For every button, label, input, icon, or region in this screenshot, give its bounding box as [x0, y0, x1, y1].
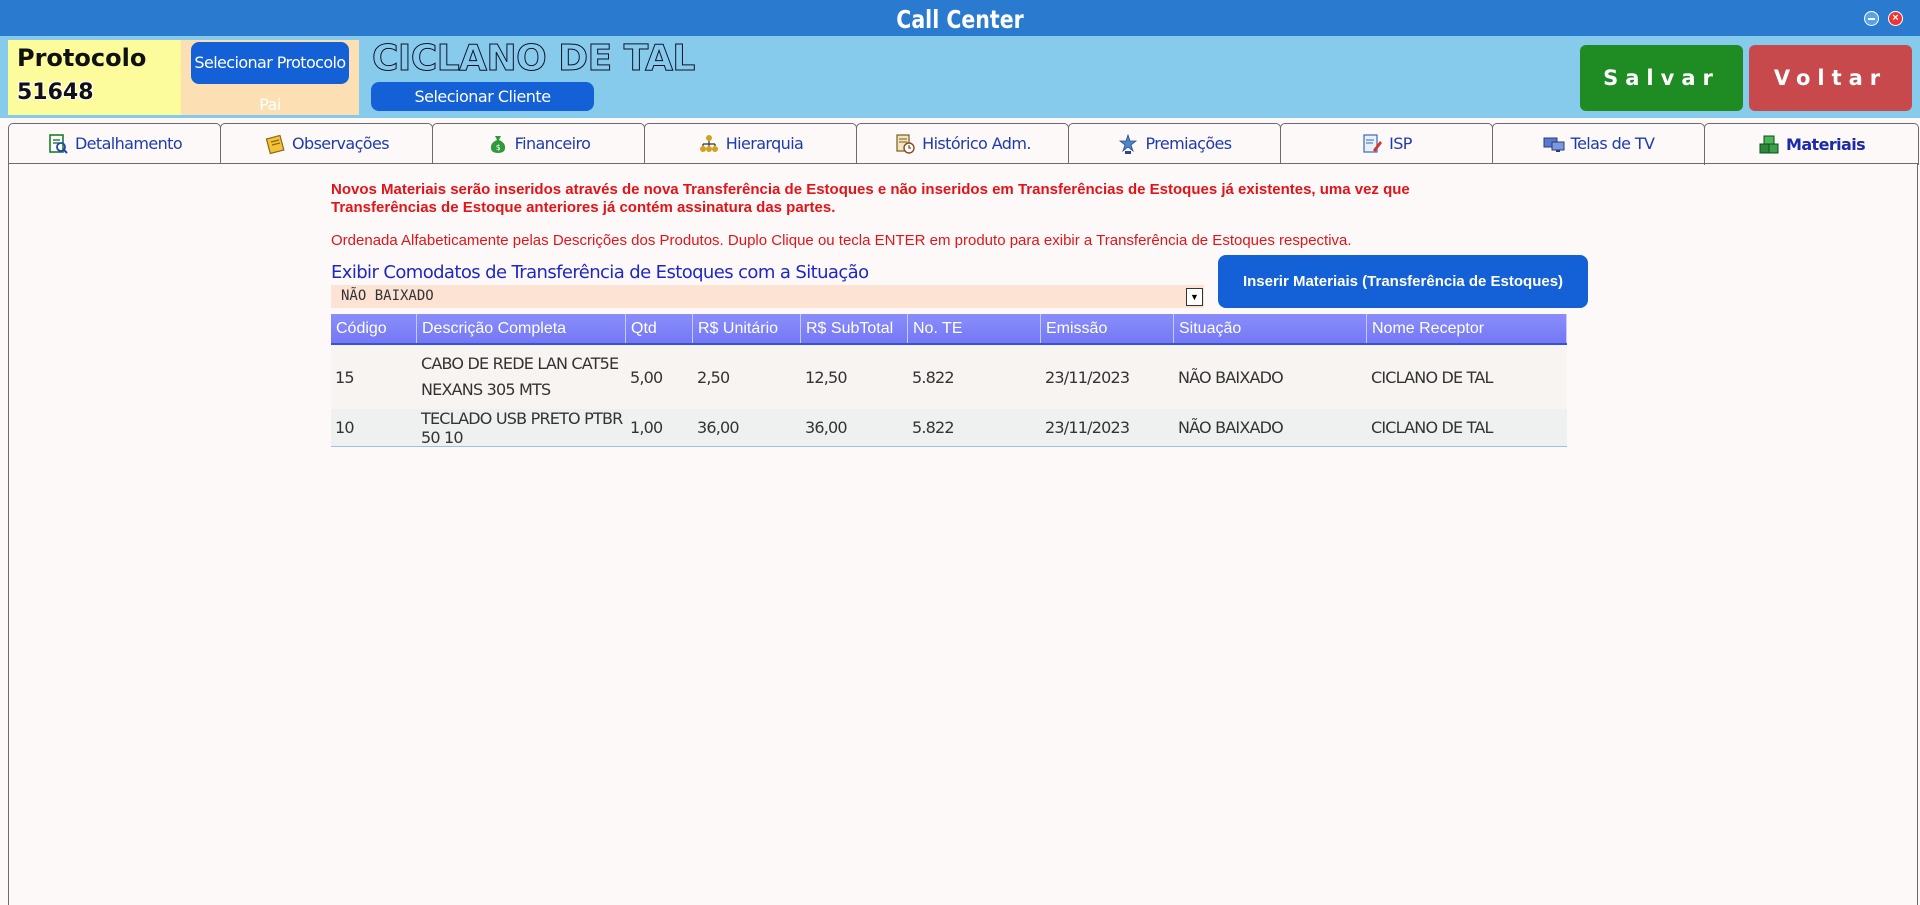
- table-row[interactable]: 15 CABO DE REDE LAN CAT5E NEXANS 305 MTS…: [331, 345, 1567, 409]
- materials-table: Código Descrição Completa Qtd R$ Unitári…: [331, 314, 1567, 447]
- table-cell: 23/11/2023: [1045, 367, 1130, 387]
- document-search-icon: [49, 133, 68, 154]
- table-cell: NÃO BAIXADO: [1178, 418, 1284, 437]
- money-bag-icon: $: [490, 135, 505, 153]
- history-icon: [896, 133, 915, 154]
- tab-content-panel: [8, 163, 1918, 905]
- table-cell: 10: [335, 418, 355, 437]
- tab-label: Histórico Adm.: [922, 134, 1031, 153]
- column-header[interactable]: No. TE: [908, 314, 1041, 343]
- ordering-notice: Ordenada Alfabeticamente pelas Descriçõe…: [331, 232, 1352, 249]
- column-header[interactable]: R$ SubTotal: [801, 314, 908, 343]
- tab-bar: Detalhamento Observações $ Financeiro Hi…: [8, 123, 1920, 165]
- situation-filter-label: Exibir Comodatos de Transferência de Est…: [331, 262, 869, 283]
- window-title: Call Center: [896, 5, 1024, 34]
- chevron-down-icon[interactable]: ▼: [1186, 288, 1203, 306]
- table-cell: CABO DE REDE LAN CAT5E NEXANS 305 MTS: [421, 354, 619, 399]
- client-name: CICLANO DE TAL: [372, 38, 696, 80]
- tab-label: Premiações: [1145, 134, 1232, 153]
- save-button[interactable]: Salvar: [1580, 45, 1743, 111]
- tab-label: Observações: [292, 134, 390, 153]
- table-cell: 5,00: [630, 367, 663, 387]
- tab-financeiro[interactable]: $ Financeiro: [432, 123, 645, 164]
- table-cell: 2,50: [697, 367, 730, 387]
- tab-isp[interactable]: ISP: [1280, 123, 1493, 164]
- tab-telas-de-tv[interactable]: Telas de TV: [1492, 123, 1705, 164]
- table-cell: CICLANO DE TAL: [1371, 367, 1493, 387]
- close-icon[interactable]: ×: [1888, 11, 1903, 26]
- column-header[interactable]: Descrição Completa: [417, 314, 626, 343]
- tab-observacoes[interactable]: Observações: [220, 123, 433, 164]
- table-cell: 5.822: [912, 418, 955, 437]
- table-cell: 12,50: [805, 367, 848, 387]
- materials-notice: Novos Materiais serão inseridos através …: [331, 181, 1410, 216]
- table-cell: NÃO BAIXADO: [1178, 367, 1284, 387]
- column-header[interactable]: Código: [331, 314, 417, 343]
- tab-materiais[interactable]: Materiais: [1704, 123, 1919, 165]
- column-header[interactable]: Emissão: [1041, 314, 1174, 343]
- table-cell: 36,00: [697, 418, 740, 437]
- back-button[interactable]: Voltar: [1749, 45, 1912, 111]
- table-cell: 1,00: [630, 418, 663, 437]
- column-header[interactable]: Nome Receptor: [1367, 314, 1567, 343]
- title-bar: Call Center ×: [0, 0, 1920, 36]
- table-cell: 23/11/2023: [1045, 418, 1130, 437]
- tab-premiacoes[interactable]: Premiações: [1068, 123, 1281, 164]
- tab-label: Financeiro: [514, 134, 591, 153]
- protocol-label: Protocolo: [17, 44, 147, 72]
- materials-icon: [1759, 135, 1779, 153]
- table-cell: CICLANO DE TAL: [1371, 418, 1493, 437]
- column-header[interactable]: Situação: [1174, 314, 1367, 343]
- isp-icon: [1363, 133, 1383, 153]
- tab-label: Detalhamento: [74, 134, 183, 153]
- tab-historico-adm[interactable]: Histórico Adm.: [856, 123, 1069, 164]
- table-header: Código Descrição Completa Qtd R$ Unitári…: [331, 314, 1567, 345]
- table-row[interactable]: 10 TECLADO USB PRETO PTBR 50 10 1,00 36,…: [331, 408, 1567, 447]
- insert-materials-button[interactable]: Inserir Materiais (Transferência de Esto…: [1218, 255, 1588, 308]
- tab-detalhamento[interactable]: Detalhamento: [8, 123, 221, 164]
- award-icon: [1119, 133, 1138, 154]
- tab-label: Hierarquia: [725, 134, 804, 153]
- table-cell: 5.822: [912, 367, 955, 387]
- tab-label: Telas de TV: [1570, 134, 1655, 153]
- table-cell: 15: [335, 367, 355, 387]
- svg-text:$: $: [495, 143, 500, 152]
- hierarchy-icon: [699, 134, 718, 152]
- notes-icon: [265, 134, 285, 154]
- select-client-button[interactable]: Selecionar Cliente: [371, 82, 594, 111]
- tab-hierarquia[interactable]: Hierarquia: [644, 123, 857, 164]
- situation-select[interactable]: NÃO BAIXADO: [331, 285, 1204, 308]
- select-parent-protocol-button[interactable]: Selecionar Protocolo Pai: [191, 42, 349, 114]
- table-cell: TECLADO USB PRETO PTBR 50 10: [421, 408, 623, 447]
- column-header[interactable]: Qtd: [626, 314, 693, 343]
- protocol-number: 51648: [17, 80, 94, 105]
- tab-label: Materiais: [1786, 135, 1866, 154]
- column-header[interactable]: R$ Unitário: [693, 314, 801, 343]
- minimize-icon[interactable]: [1864, 11, 1879, 26]
- table-cell: 36,00: [805, 418, 848, 437]
- tab-label: ISP: [1389, 134, 1412, 153]
- tv-screens-icon: [1543, 137, 1565, 152]
